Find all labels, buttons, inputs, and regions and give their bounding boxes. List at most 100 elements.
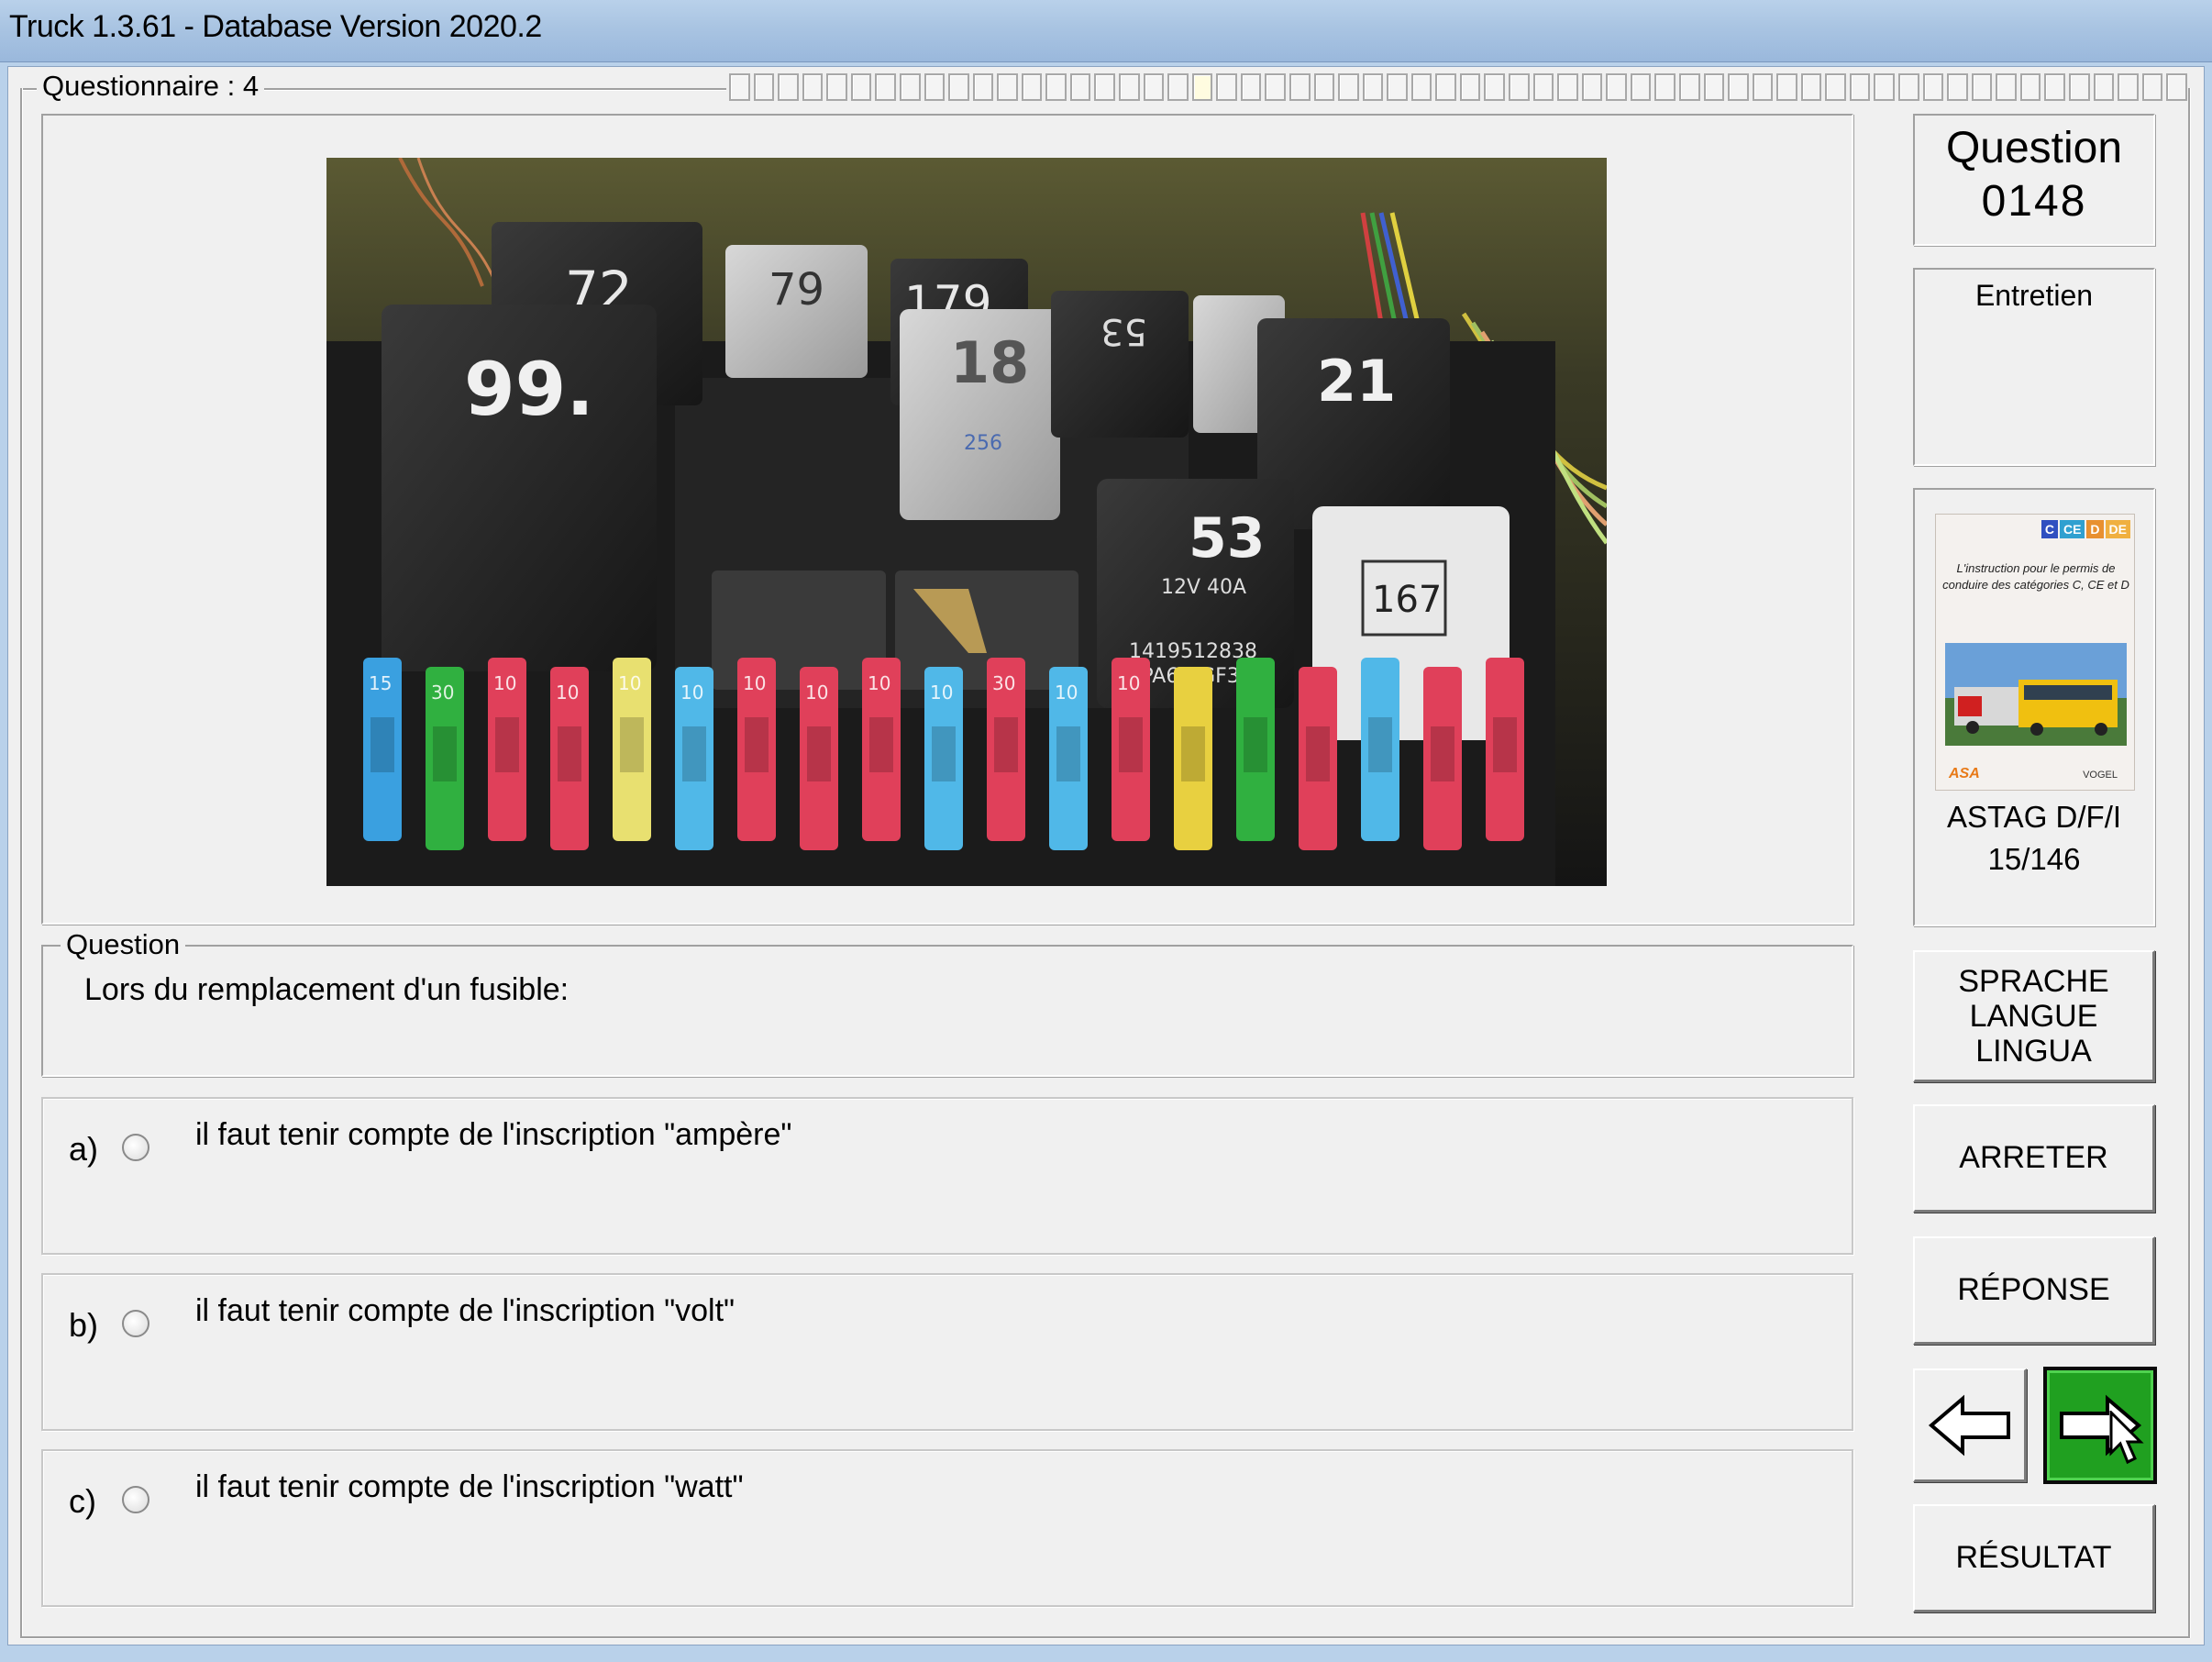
progress-segment xyxy=(1509,73,1530,101)
svg-text:53: 53 xyxy=(1100,310,1147,352)
answer-option-b[interactable]: b) il faut tenir compte de l'inscription… xyxy=(41,1273,1853,1431)
progress-segment xyxy=(1167,73,1189,101)
progress-segment xyxy=(1045,73,1067,101)
answer-text: il faut tenir compte de l'inscription "w… xyxy=(195,1469,744,1504)
progress-segment xyxy=(1484,73,1505,101)
question-photo: 72 79 179 99. 18 256 53 21 53 12V 40A 14… xyxy=(326,158,1607,886)
stop-button[interactable]: ARRETER xyxy=(1913,1104,2155,1213)
fuse-label: 10 xyxy=(1055,681,1078,704)
progress-segment xyxy=(729,73,750,101)
progress-segment xyxy=(997,73,1018,101)
window-title: Truck 1.3.61 - Database Version 2020.2 xyxy=(9,9,542,44)
fuse-shade xyxy=(1119,717,1143,772)
fuse-shade xyxy=(1244,717,1267,772)
book-cover-image: C CE D DE L'instruction pour le permis d… xyxy=(1935,514,2135,791)
questionnaire-frame-right xyxy=(2188,88,2190,1638)
progress-segment xyxy=(1728,73,1749,101)
progress-segment xyxy=(948,73,969,101)
question-number: 0148 xyxy=(1981,177,2087,226)
progress-segment xyxy=(1362,73,1384,101)
svg-text:53: 53 xyxy=(1189,506,1266,571)
answer-radio-b[interactable] xyxy=(122,1310,149,1337)
progress-segment xyxy=(1703,73,1725,101)
progress-segment xyxy=(1557,73,1578,101)
language-button[interactable]: SPRACHE LANGUE LINGUA xyxy=(1913,950,2155,1082)
progress-segment xyxy=(2068,73,2090,101)
category-panel: Entretien xyxy=(1913,268,2155,466)
title-bar: Truck 1.3.61 - Database Version 2020.2 xyxy=(0,0,2212,62)
fuse-label: 10 xyxy=(1117,672,1140,694)
svg-text:167: 167 xyxy=(1372,579,1442,621)
progress-segment xyxy=(1532,73,1554,101)
fuse-label: 10 xyxy=(680,681,703,704)
fuse-label: 10 xyxy=(618,672,641,694)
progress-segment xyxy=(2166,73,2187,101)
fuse-shade xyxy=(1368,717,1392,772)
show-answer-button[interactable]: RÉPONSE xyxy=(1913,1236,2155,1345)
answer-letter: a) xyxy=(69,1130,99,1168)
fuse-shade xyxy=(620,717,644,772)
progress-segment xyxy=(1119,73,1140,101)
fuse-shade xyxy=(745,717,769,772)
fuse-shade xyxy=(1056,726,1080,781)
progress-segment xyxy=(1752,73,1774,101)
svg-text:18: 18 xyxy=(950,329,1029,396)
fuse-shade xyxy=(869,717,893,772)
answer-option-c[interactable]: c) il faut tenir compte de l'inscription… xyxy=(41,1449,1853,1607)
answer-radio-a[interactable] xyxy=(122,1134,149,1161)
answer-radio-c[interactable] xyxy=(122,1486,149,1513)
fuse-label: 10 xyxy=(805,681,828,704)
svg-text:79: 79 xyxy=(769,264,824,316)
progress-segment xyxy=(802,73,824,101)
progress-segment xyxy=(1313,73,1335,101)
progress-segment xyxy=(2019,73,2041,101)
progress-segment xyxy=(2044,73,2065,101)
fuse-label: 15 xyxy=(369,672,392,694)
fuse-label: 30 xyxy=(431,681,454,704)
progress-segment xyxy=(2141,73,2163,101)
book-vogel-logo: VOGEL xyxy=(2083,770,2118,781)
progress-segment xyxy=(850,73,872,101)
progress-segment xyxy=(1996,73,2017,101)
svg-text:99.: 99. xyxy=(464,347,594,432)
progress-segment xyxy=(1678,73,1700,101)
progress-segment xyxy=(1606,73,1627,101)
progress-segment xyxy=(1094,73,1115,101)
book-cover-photo xyxy=(1945,643,2127,746)
progress-segment xyxy=(1459,73,1481,101)
progress-segment xyxy=(2093,73,2115,101)
progress-segment xyxy=(1435,73,1456,101)
progress-segment xyxy=(1825,73,1846,101)
progress-segment xyxy=(1216,73,1237,101)
result-button[interactable]: RÉSULTAT xyxy=(1913,1504,2155,1612)
fuse-shade xyxy=(807,726,831,781)
progress-segment xyxy=(1654,73,1676,101)
question-text: Lors du remplacement d'un fusible: xyxy=(84,972,570,1007)
fuse-shade xyxy=(1306,726,1330,781)
progress-segment xyxy=(1410,73,1432,101)
previous-button[interactable] xyxy=(1913,1368,2027,1482)
answer-text: il faut tenir compte de l'inscription "v… xyxy=(195,1293,735,1328)
fuse-shade xyxy=(682,726,706,781)
progress-segment xyxy=(778,73,799,101)
progress-segment xyxy=(1800,73,1822,101)
fuse-label: 10 xyxy=(868,672,890,694)
answer-text: il faut tenir compte de l'inscription "a… xyxy=(195,1117,792,1152)
progress-segment xyxy=(1898,73,1919,101)
category-label: Entretien xyxy=(1974,279,2094,312)
language-label-de: SPRACHE xyxy=(1958,963,2109,999)
progress-segment xyxy=(1288,73,1311,101)
questionnaire-frame-bottom xyxy=(20,1636,2190,1638)
progress-segment xyxy=(1143,73,1165,101)
badge-ce: CE xyxy=(2059,520,2085,538)
progress-segment xyxy=(826,73,847,101)
fuse-label: 10 xyxy=(743,672,766,694)
progress-segment xyxy=(753,73,775,101)
fuse-label: 10 xyxy=(556,681,579,704)
fuse-shade xyxy=(1431,726,1454,781)
answer-option-a[interactable]: a) il faut tenir compte de l'inscription… xyxy=(41,1097,1853,1255)
progress-segment xyxy=(899,73,921,101)
fuse-shade xyxy=(495,717,519,772)
progress-segment xyxy=(1021,73,1043,101)
language-label-it: LINGUA xyxy=(1975,1033,2092,1069)
